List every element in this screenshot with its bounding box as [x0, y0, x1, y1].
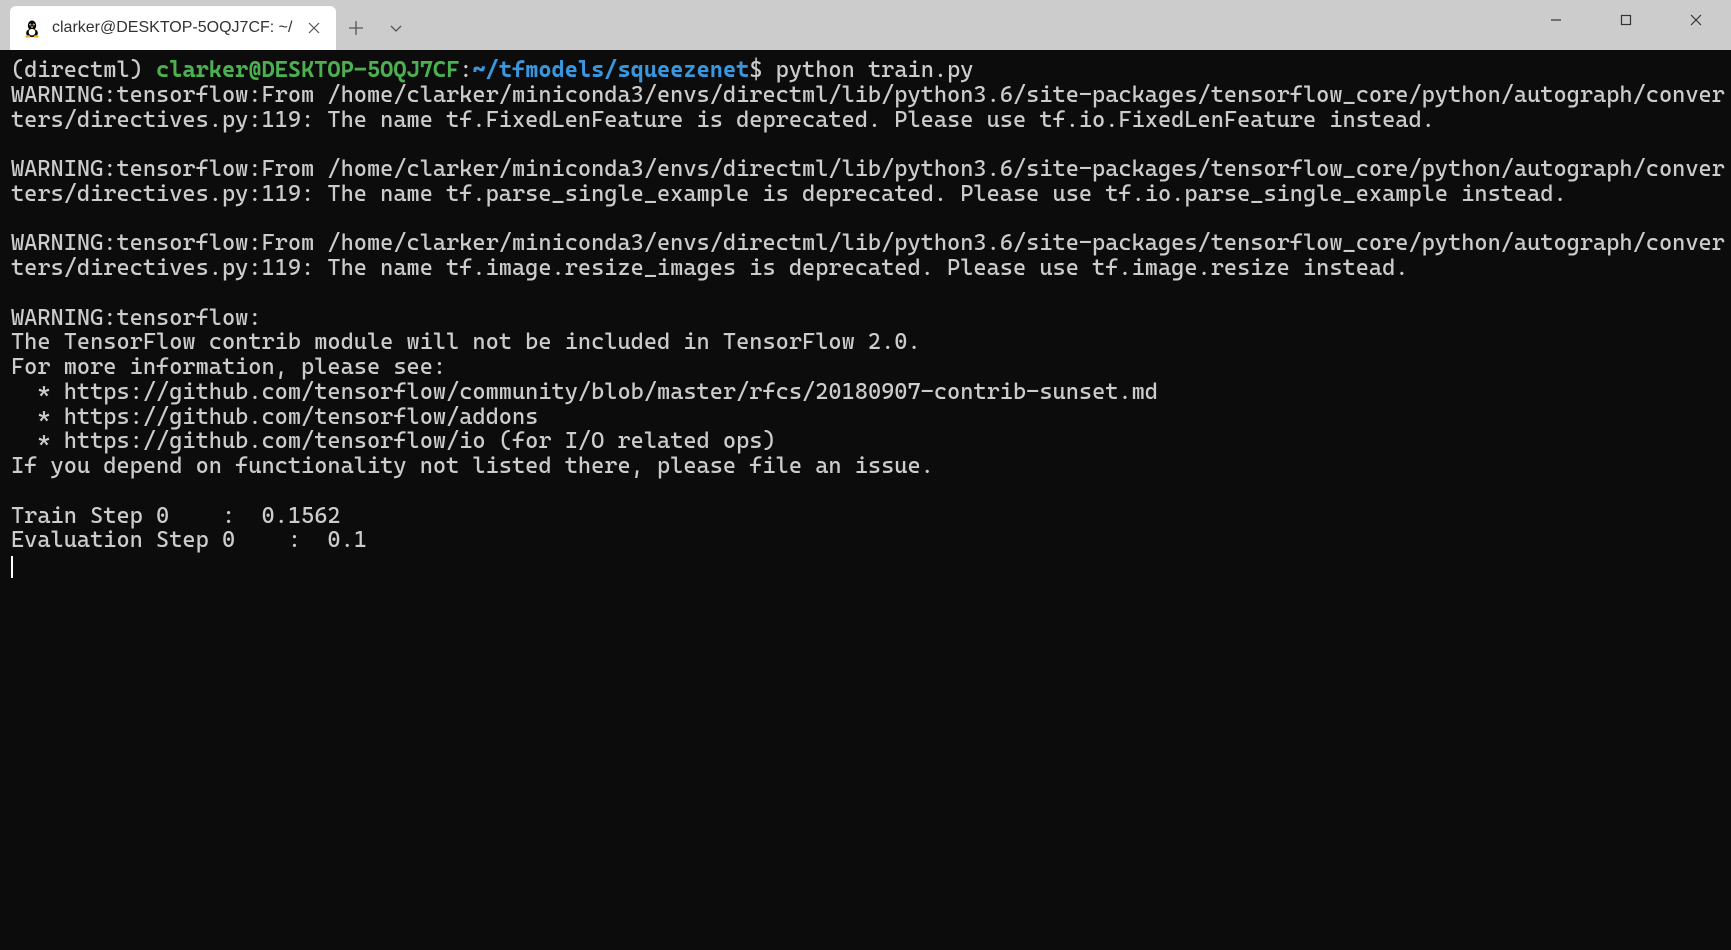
prompt-command: python train.py [763, 57, 974, 83]
prompt-userhost: clarker@DESKTOP-5OQJ7CF [156, 57, 459, 83]
minimize-button[interactable] [1521, 0, 1591, 40]
new-tab-button[interactable] [336, 6, 376, 50]
titlebar: clarker@DESKTOP-5OQJ7CF: ~/ [0, 0, 1731, 50]
window-controls [1521, 0, 1731, 50]
close-window-button[interactable] [1661, 0, 1731, 40]
tab-title: clarker@DESKTOP-5OQJ7CF: ~/ [52, 19, 292, 37]
prompt-dollar: $ [749, 57, 762, 83]
terminal-lines: WARNING:tensorflow:From /home/clarker/mi… [11, 82, 1725, 554]
tab-dropdown-button[interactable] [376, 6, 416, 50]
prompt-env: (directml) [11, 57, 156, 83]
cursor [11, 556, 13, 578]
tab-close-button[interactable] [302, 16, 326, 40]
terminal-tab[interactable]: clarker@DESKTOP-5OQJ7CF: ~/ [10, 6, 336, 50]
terminal-output[interactable]: (directml) clarker@DESKTOP-5OQJ7CF:~/tfm… [0, 50, 1731, 950]
maximize-button[interactable] [1591, 0, 1661, 40]
prompt-colon: : [459, 57, 472, 83]
tux-icon [22, 18, 42, 38]
prompt-cwd: ~/tfmodels/squeezenet [472, 57, 749, 83]
